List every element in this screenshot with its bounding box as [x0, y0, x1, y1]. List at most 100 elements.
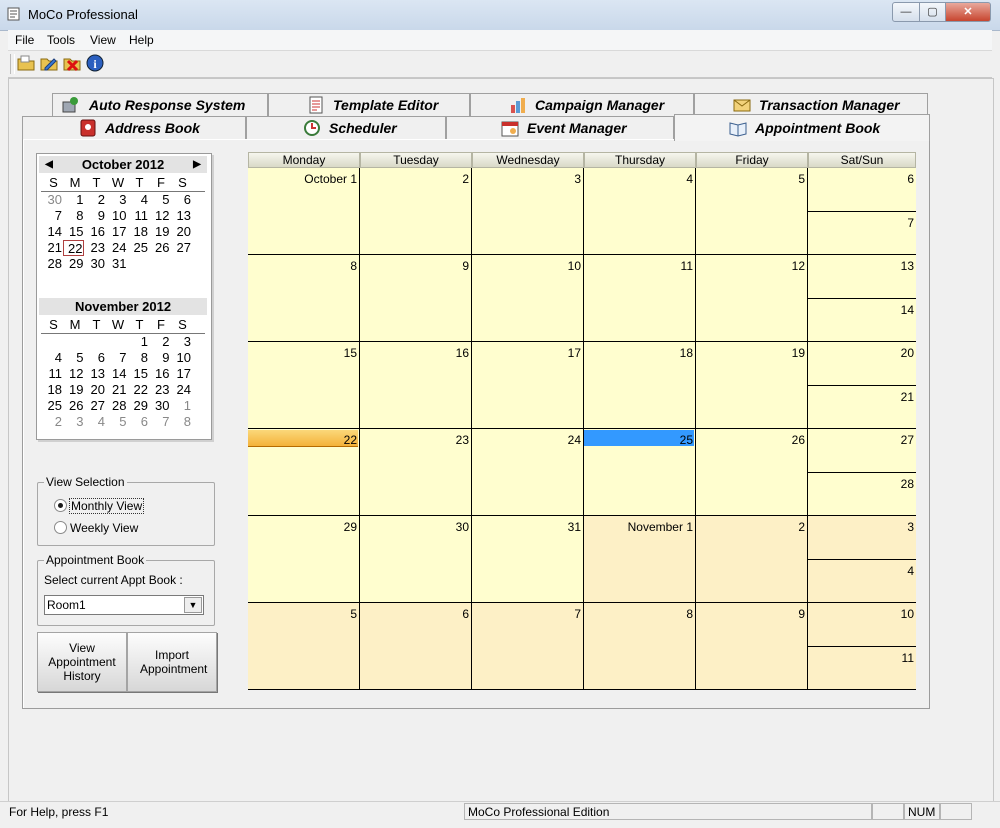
tab-scheduler[interactable]: Scheduler: [246, 116, 446, 139]
calendar-day-cell[interactable]: 10: [472, 255, 584, 342]
monthly-view-label[interactable]: Monthly View: [69, 498, 145, 514]
calendar-day-cell[interactable]: 5: [248, 603, 360, 690]
prev-month-button[interactable]: ◀: [43, 156, 55, 173]
calendar-day-cell[interactable]: 7: [472, 603, 584, 690]
mini-calendar-day[interactable]: 13: [84, 366, 105, 382]
mini-calendar-day[interactable]: 5: [63, 350, 83, 366]
mini-calendar-day[interactable]: 15: [63, 224, 83, 240]
mini-calendar-day[interactable]: 11: [127, 208, 149, 224]
mini-calendar-day[interactable]: 23: [84, 240, 105, 256]
mini-calendar-day[interactable]: 24: [170, 382, 191, 398]
calendar-day-cell[interactable]: November 1: [584, 516, 696, 603]
mini-calendar-day[interactable]: 11: [41, 366, 63, 382]
mini-calendar-day[interactable]: 13: [170, 208, 191, 224]
import-appointment-button[interactable]: Import Appointment: [127, 632, 217, 692]
mini-calendar-day[interactable]: 10: [106, 208, 126, 224]
mini-calendar-day[interactable]: 14: [41, 224, 62, 240]
mini-calendar-day[interactable]: 5: [106, 414, 126, 430]
tab-campaign-manager[interactable]: Campaign Manager: [470, 93, 694, 116]
monthly-view-radio[interactable]: [54, 499, 67, 512]
info-icon[interactable]: i: [85, 53, 105, 73]
tab-address-book[interactable]: Address Book: [22, 116, 246, 139]
weekly-view-label[interactable]: Weekly View: [70, 521, 138, 535]
tab-event-manager[interactable]: Event Manager: [446, 116, 674, 139]
mini-calendar-day[interactable]: 14: [106, 366, 126, 382]
weekly-view-radio[interactable]: [54, 521, 67, 534]
mini-calendar-day[interactable]: 24: [106, 240, 126, 256]
mini-calendar-day[interactable]: 26: [149, 240, 169, 256]
mini-calendar-day[interactable]: 8: [63, 208, 83, 224]
sunday-cell[interactable]: 28: [808, 473, 916, 516]
calendar-day-cell[interactable]: 9: [696, 603, 808, 690]
mini-calendar-day[interactable]: 30: [41, 192, 62, 208]
calendar-day-cell[interactable]: 3: [472, 168, 584, 255]
next-month-button[interactable]: ▶: [191, 156, 203, 173]
calendar-day-cell[interactable]: 23: [360, 429, 472, 516]
mini-calendar-day[interactable]: 30: [84, 256, 105, 272]
calendar-day-cell[interactable]: 19: [696, 342, 808, 429]
calendar-day-cell[interactable]: 17: [472, 342, 584, 429]
mini-calendar-day[interactable]: 10: [170, 350, 191, 366]
mini-calendar-day[interactable]: 28: [41, 256, 62, 272]
mini-calendar-day[interactable]: 16: [84, 224, 105, 240]
mini-calendar-day[interactable]: 3: [106, 192, 126, 208]
mini-calendar-day[interactable]: 6: [170, 192, 191, 208]
mini-calendar-day[interactable]: 6: [84, 350, 105, 366]
calendar-day-cell[interactable]: October 1: [248, 168, 360, 255]
saturday-cell[interactable]: 3: [808, 516, 916, 560]
mini-calendar-day[interactable]: 22: [127, 382, 148, 398]
saturday-cell[interactable]: 13: [808, 255, 916, 299]
mini-calendar-day[interactable]: 29: [63, 256, 83, 272]
calendar-day-cell[interactable]: 12: [696, 255, 808, 342]
menu-tools[interactable]: Tools: [47, 33, 75, 47]
mini-calendar-day[interactable]: 25: [41, 398, 62, 414]
mini-calendar-day[interactable]: 3: [63, 414, 83, 430]
mini-calendar-day[interactable]: 27: [170, 240, 191, 256]
mini-calendar-day[interactable]: 5: [149, 192, 169, 208]
calendar-day-cell[interactable]: 25: [584, 429, 696, 516]
calendar-day-cell[interactable]: 8: [584, 603, 696, 690]
mini-calendar-day[interactable]: 12: [63, 366, 83, 382]
calendar-day-cell[interactable]: 31: [472, 516, 584, 603]
tab-auto-response-system[interactable]: Auto Response System: [52, 93, 268, 116]
sunday-cell[interactable]: 11: [808, 646, 916, 690]
chevron-down-icon[interactable]: ▼: [184, 597, 202, 613]
mini-calendar-day[interactable]: 9: [149, 350, 169, 366]
calendar-day-cell[interactable]: 18: [584, 342, 696, 429]
mini-calendar-day[interactable]: 2: [149, 334, 169, 350]
calendar-day-cell[interactable]: 24: [472, 429, 584, 516]
mini-calendar-day[interactable]: 20: [84, 382, 105, 398]
mini-calendar-day[interactable]: 7: [149, 414, 169, 430]
mini-calendar-day[interactable]: 1: [127, 334, 148, 350]
saturday-cell[interactable]: 27: [808, 429, 916, 473]
close-button[interactable]: ✕: [945, 2, 991, 22]
calendar-day-cell[interactable]: 15: [248, 342, 360, 429]
sunday-cell[interactable]: 21: [808, 386, 916, 429]
mini-calendar-day[interactable]: 31: [106, 256, 126, 272]
mini-calendar-day[interactable]: 15: [127, 366, 148, 382]
mini-calendar-day[interactable]: 17: [170, 366, 191, 382]
calendar-day-cell[interactable]: 22: [248, 429, 360, 516]
mini-calendar-day[interactable]: 22: [62, 240, 84, 256]
mini-calendar-day[interactable]: 25: [127, 240, 148, 256]
mini-calendar-day[interactable]: 3: [170, 334, 191, 350]
mini-calendar-day[interactable]: 1: [63, 192, 83, 208]
calendar-day-cell[interactable]: 9: [360, 255, 472, 342]
calendar-day-cell[interactable]: 30: [360, 516, 472, 603]
mini-calendar-day[interactable]: 2: [84, 192, 105, 208]
tab-appointment-book[interactable]: Appointment Book: [674, 114, 930, 141]
calendar-day-cell[interactable]: 2: [696, 516, 808, 603]
mini-calendar-day[interactable]: 19: [63, 382, 83, 398]
menu-view[interactable]: View: [90, 33, 116, 47]
mini-calendar-day[interactable]: 27: [84, 398, 105, 414]
mini-calendar-day[interactable]: 9: [84, 208, 105, 224]
appt-book-select[interactable]: Room1 ▼: [44, 595, 204, 615]
menu-help[interactable]: Help: [129, 33, 154, 47]
mini-calendar-day[interactable]: 7: [106, 350, 126, 366]
mini-calendar-day[interactable]: 8: [127, 350, 148, 366]
calendar-day-cell[interactable]: 11: [584, 255, 696, 342]
mini-calendar-day[interactable]: 16: [149, 366, 169, 382]
maximize-button[interactable]: ▢: [919, 2, 946, 22]
calendar-day-cell[interactable]: 2: [360, 168, 472, 255]
mini-calendar-day[interactable]: 26: [63, 398, 83, 414]
